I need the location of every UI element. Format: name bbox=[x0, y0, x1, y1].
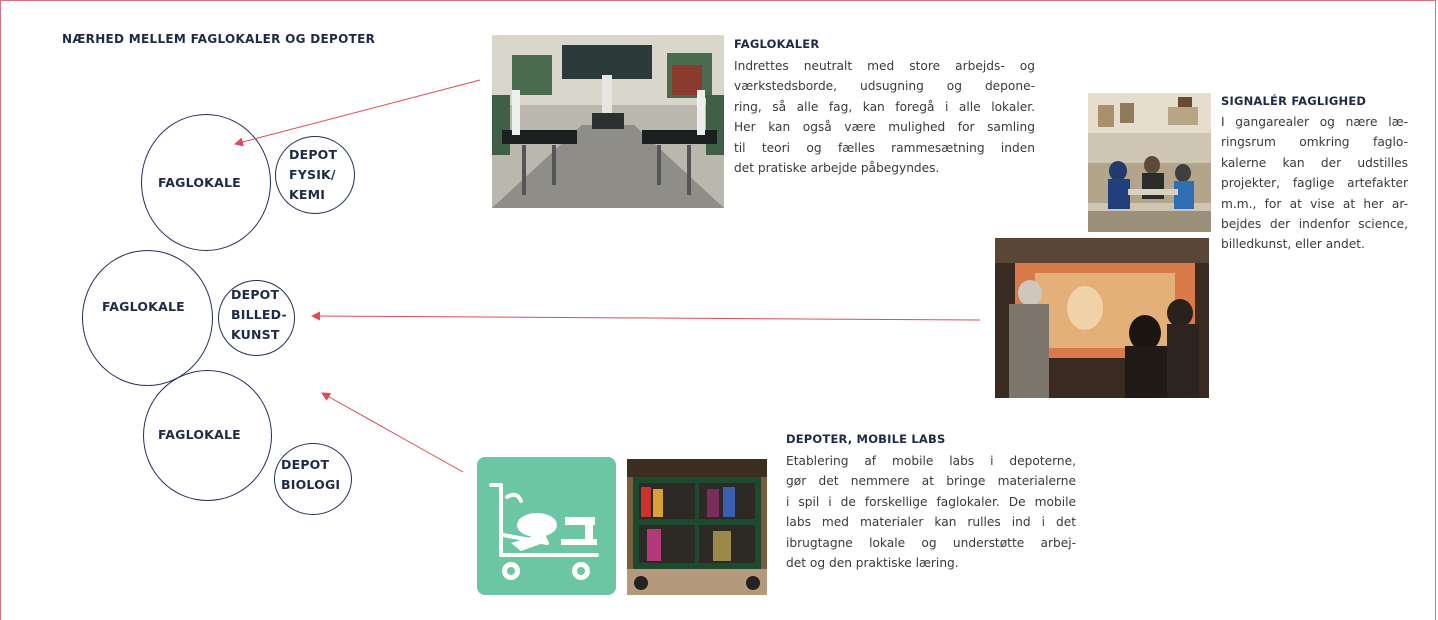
text-line: Her kan også være mulighed for samling bbox=[734, 120, 1035, 135]
text-line: det og den praktiske læring. bbox=[786, 556, 959, 571]
text-line: ringsrum omkring faglo- bbox=[1221, 135, 1408, 150]
text-line: i spil i de forskellige faglokaler. De m… bbox=[786, 494, 1076, 509]
text-line: kalerne kan der udstilles bbox=[1221, 155, 1408, 170]
arrow-signaler bbox=[311, 311, 981, 321]
arrow-faglokaler bbox=[234, 79, 481, 147]
faglokaler-text: Indrettes neutralt med store arbejds- og… bbox=[734, 56, 1035, 178]
depoter-heading: DEPOTER, MOBILE LABS bbox=[786, 432, 946, 446]
signaler-heading: SIGNALÉR FAGLIGHED bbox=[1221, 94, 1367, 108]
text-line: m.m., for at vise at her ar- bbox=[1221, 196, 1408, 211]
faglokale-photo bbox=[492, 35, 724, 208]
text-line: bejdes der indenfor science, bbox=[1221, 217, 1408, 232]
text-line: labs med materialer kan rulles ind i det bbox=[786, 515, 1076, 530]
text-line: Indrettes neutralt med store arbejds- og bbox=[734, 59, 1035, 73]
mobile-lab-photo bbox=[627, 459, 767, 595]
text-line: værkstedsborde, udsugning og depone- bbox=[734, 79, 1035, 94]
arrow-depoter bbox=[321, 392, 464, 473]
faglokaler-heading: FAGLOKALER bbox=[734, 37, 820, 51]
text-line: projekter, faglige artefakter bbox=[1221, 176, 1408, 191]
text-line: billedkunst, eller andet. bbox=[1221, 237, 1365, 252]
text-line: ring, så alle fag, kan foregå i alle lok… bbox=[734, 99, 1035, 114]
signaler-text: I gangarealer og nære læ- ringsrum omkri… bbox=[1221, 112, 1408, 255]
mobile-lab-icon bbox=[477, 457, 616, 595]
text-line: ibrugtagne lokale og understøtte arbej- bbox=[786, 535, 1076, 550]
whiteboard-photo bbox=[995, 238, 1209, 398]
depoter-text: Etablering af mobile labs i depoterne, g… bbox=[786, 451, 1076, 573]
signaler-photo bbox=[1088, 93, 1211, 232]
text-line: gør det nemmere at bringe materialerne bbox=[786, 474, 1076, 489]
text-line: I gangarealer og nære læ- bbox=[1221, 115, 1408, 129]
text-line: til teori og fælles rammesætning inden bbox=[734, 140, 1035, 155]
text-line: det pratiske arbejde påbegyndes. bbox=[734, 161, 940, 176]
text-line: Etablering af mobile labs i depoterne, bbox=[786, 454, 1076, 468]
